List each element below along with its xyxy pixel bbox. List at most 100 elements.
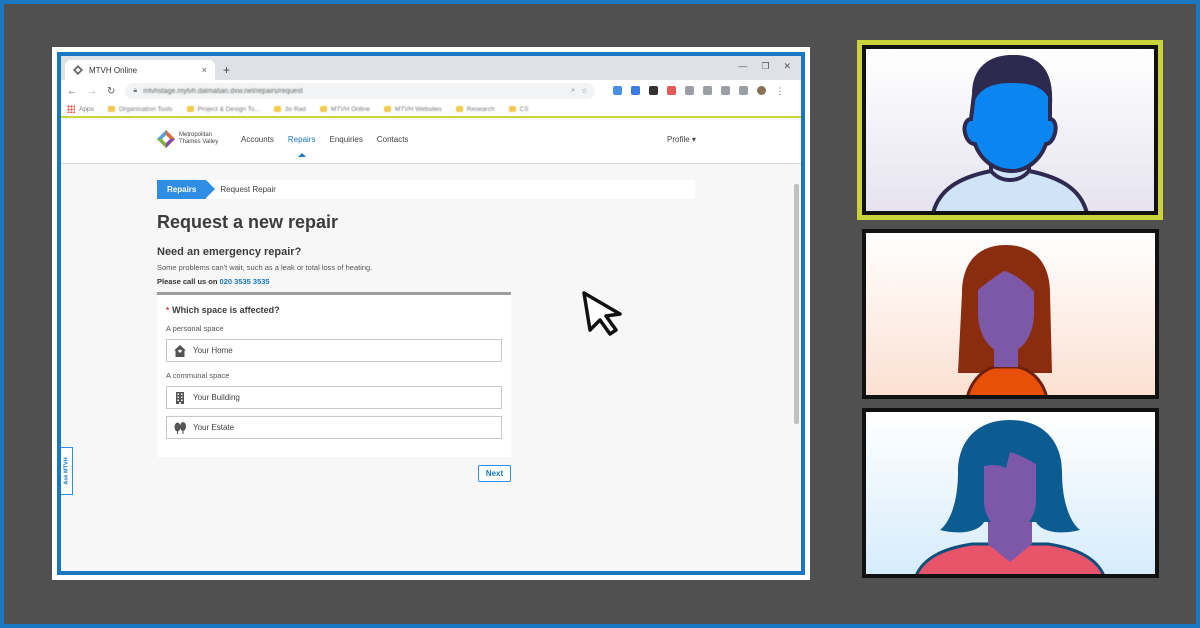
logo-line-1: Metropolitan xyxy=(179,132,213,138)
ask-mtvh-label: Ask MTVH xyxy=(63,457,70,485)
bookmark-apps[interactable]: Apps xyxy=(67,105,94,113)
bookmarks-bar: Apps Organisation Tools Project & Design… xyxy=(61,102,801,118)
video-tile-participant-3[interactable] xyxy=(862,408,1159,578)
required-mark: * xyxy=(166,306,170,315)
space-question-card: * Which space is affected? A personal spa… xyxy=(157,292,511,457)
nav-enquiries[interactable]: Enquiries xyxy=(329,135,362,144)
building-icon xyxy=(176,391,184,404)
video-tile-participant-1[interactable] xyxy=(857,40,1163,220)
folder-icon xyxy=(319,106,327,112)
bookmark-item[interactable]: Project & Design To... xyxy=(186,106,260,113)
call-prefix: Please call us on xyxy=(157,277,218,286)
group-communal-label: A communal space xyxy=(166,371,230,380)
bookmark-label: MTVH Online xyxy=(330,105,370,113)
breadcrumb: Repairs Request Repair xyxy=(157,180,695,199)
user-avatar-icon[interactable] xyxy=(757,85,767,95)
next-button[interactable]: Next xyxy=(478,465,511,482)
extension-icon[interactable] xyxy=(721,85,731,95)
ask-mtvh-tab[interactable]: Ask MTVH xyxy=(61,447,73,495)
mtvh-logo[interactable]: Metropolitan Thames Valley xyxy=(157,130,218,148)
option-label: Your Home xyxy=(193,346,233,355)
browser-tab[interactable]: MTVH Online × xyxy=(65,60,215,80)
tab-bar: MTVH Online × + — ❐ ✕ xyxy=(61,56,801,80)
browser-window: MTVH Online × + — ❐ ✕ ← → ↻ 🔒︎ mtvhstage… xyxy=(57,52,805,575)
bookmark-label: 3o Rad xyxy=(284,105,306,113)
extension-icon[interactable] xyxy=(703,85,713,95)
page-title: Request a new repair xyxy=(157,212,339,232)
nav-contacts[interactable]: Contacts xyxy=(377,135,409,144)
folder-icon xyxy=(186,106,194,112)
address-bar[interactable]: 🔒︎ mtvhstage.mytvh.dalmatian.dxw.net/rep… xyxy=(125,83,596,99)
video-feed xyxy=(862,45,1158,215)
bookmark-item[interactable]: 3o Rad xyxy=(273,105,306,113)
extension-icon[interactable] xyxy=(631,85,641,95)
bookmark-item[interactable]: Research xyxy=(455,105,495,113)
option-your-building[interactable]: Your Building xyxy=(166,386,502,409)
bookmark-item[interactable]: MTVH Online xyxy=(319,105,370,113)
option-label: Your Estate xyxy=(193,423,235,432)
bookmark-item[interactable]: MTVH Websites xyxy=(383,105,442,113)
logo-text: Metropolitan Thames Valley xyxy=(179,132,218,146)
site-header: Metropolitan Thames Valley Accounts Repa… xyxy=(61,120,801,164)
breadcrumb-repairs[interactable]: Repairs xyxy=(157,180,216,199)
nav-accounts[interactable]: Accounts xyxy=(241,135,274,144)
nav-repairs[interactable]: Repairs xyxy=(288,135,315,157)
bookmark-label: MTVH Websites xyxy=(394,105,442,113)
forward-icon[interactable]: → xyxy=(87,86,97,97)
extension-icons: ⋮ xyxy=(613,85,784,97)
zoom-icon[interactable]: ⌕ xyxy=(571,87,575,95)
bookmark-item[interactable]: CS xyxy=(508,106,529,113)
minimize-button[interactable]: — xyxy=(738,61,747,72)
bookmark-label: Research xyxy=(466,105,495,113)
trees-icon xyxy=(174,421,186,434)
extension-icon[interactable] xyxy=(685,85,695,95)
menu-icon[interactable]: ⋮ xyxy=(775,86,784,97)
question-text: Which space is affected? xyxy=(172,305,280,315)
new-tab-button[interactable]: + xyxy=(223,63,230,77)
phone-link[interactable]: 020 3535 3535 xyxy=(220,277,270,286)
emergency-description: Some problems can't wait, such as a leak… xyxy=(157,263,373,272)
group-personal-label: A personal space xyxy=(166,324,224,333)
female-avatar-icon xyxy=(958,245,1052,395)
extension-icon[interactable] xyxy=(613,85,623,95)
folder-icon xyxy=(508,106,516,112)
address-toolbar: ← → ↻ 🔒︎ mtvhstage.mytvh.dalmatian.dxw.n… xyxy=(61,80,801,102)
restore-button[interactable]: ❐ xyxy=(761,61,769,72)
folder-icon xyxy=(383,106,391,112)
option-your-estate[interactable]: Your Estate xyxy=(166,416,502,439)
male-avatar-icon xyxy=(931,54,1089,211)
extension-icon[interactable] xyxy=(649,85,659,95)
emergency-call-line: Please call us on 020 3535 3535 xyxy=(157,277,270,286)
folder-icon xyxy=(455,106,463,112)
screen-share-window: MTVH Online × + — ❐ ✕ ← → ↻ 🔒︎ mtvhstage… xyxy=(52,47,810,580)
extension-icon[interactable] xyxy=(739,85,749,95)
website-viewport: Metropolitan Thames Valley Accounts Repa… xyxy=(61,120,801,571)
emergency-heading: Need an emergency repair? xyxy=(157,246,302,258)
tab-title: MTVH Online xyxy=(89,65,138,75)
main-nav: Accounts Repairs Enquiries Contacts xyxy=(241,135,409,157)
extension-icon[interactable] xyxy=(667,85,677,95)
page-scrollbar[interactable] xyxy=(794,184,799,424)
star-icon[interactable]: ☆ xyxy=(581,87,587,95)
cursor-arrow-icon xyxy=(582,291,622,336)
bookmark-item[interactable]: Organisation Tools xyxy=(107,105,173,113)
bookmark-label: Apps xyxy=(79,105,94,113)
back-icon[interactable]: ← xyxy=(67,86,77,97)
question-label: * Which space is affected? xyxy=(166,305,280,315)
option-your-home[interactable]: Your Home xyxy=(166,339,502,362)
bookmark-label: Organisation Tools xyxy=(118,105,173,113)
tab-close-icon[interactable]: × xyxy=(202,65,207,75)
video-tile-participant-2[interactable] xyxy=(862,229,1159,399)
lock-icon: 🔒︎ xyxy=(133,87,138,94)
option-label: Your Building xyxy=(193,393,240,402)
home-icon xyxy=(174,344,186,357)
reload-icon[interactable]: ↻ xyxy=(107,86,115,97)
url-text: mtvhstage.mytvh.dalmatian.dxw.net/repair… xyxy=(143,87,303,95)
mtvh-favicon-icon xyxy=(73,65,83,75)
folder-icon xyxy=(273,106,281,112)
profile-menu[interactable]: Profile ▾ xyxy=(667,135,696,144)
folder-icon xyxy=(107,106,115,112)
close-window-button[interactable]: ✕ xyxy=(783,61,791,72)
logo-line-2: Thames Valley xyxy=(179,139,219,145)
apps-grid-icon xyxy=(67,105,75,113)
